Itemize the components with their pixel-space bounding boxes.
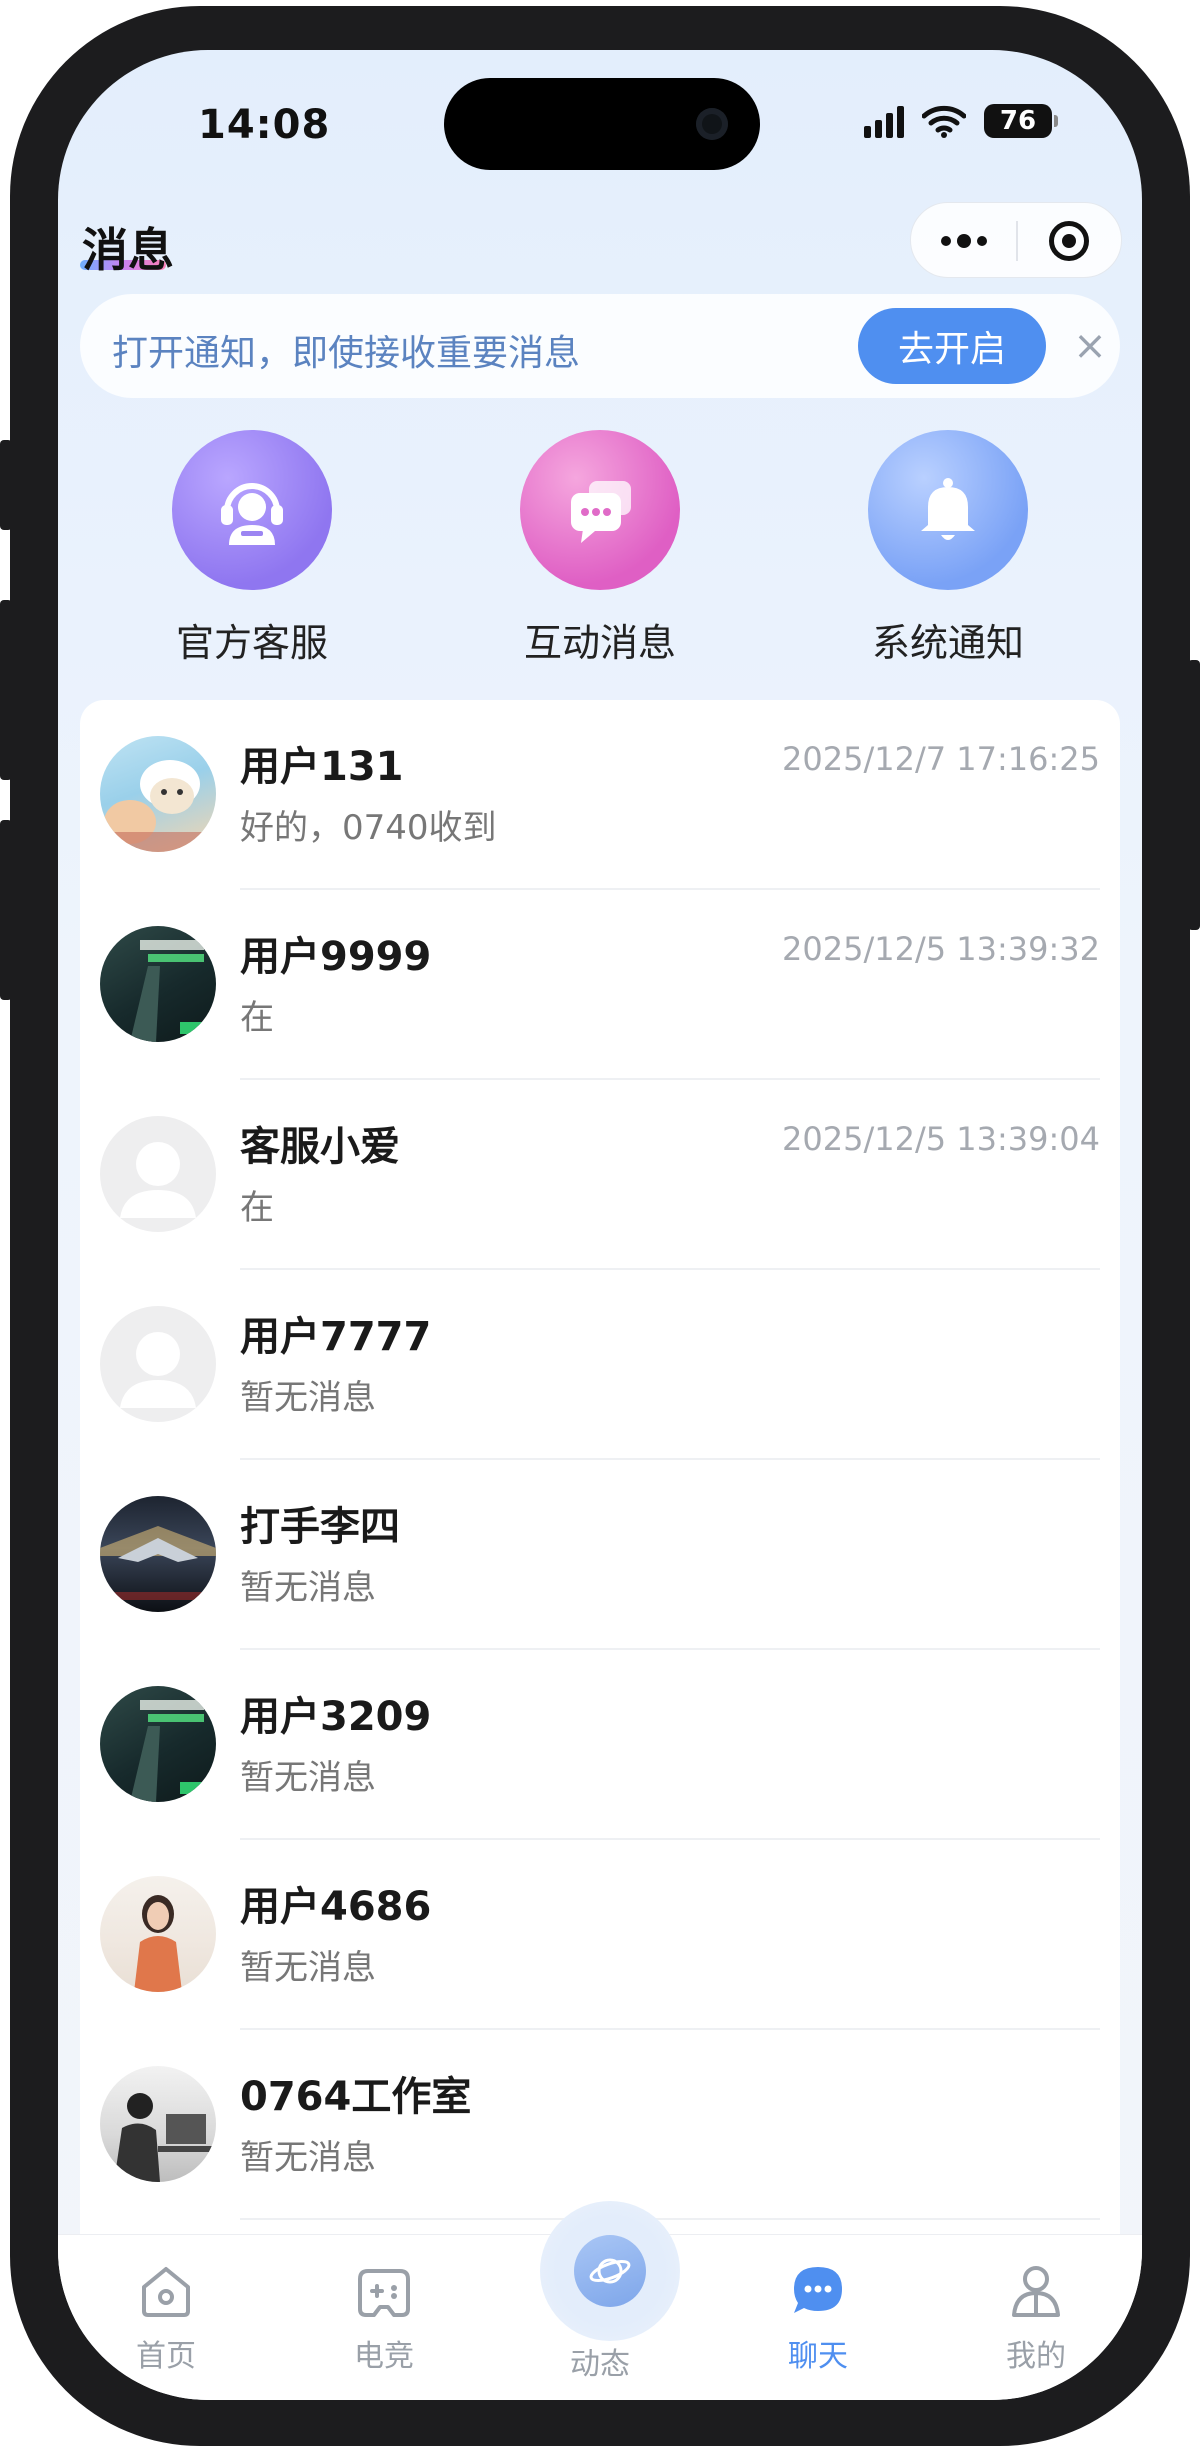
conversation-item[interactable]: 0764工作室 暂无消息 [80,2030,1120,2220]
tab-label: 我的 [1006,2339,1066,2374]
conversation-time: 2025/12/7 17:16:25 [782,740,1100,778]
avatar [100,1686,216,1802]
avatar [100,736,216,852]
conversation-name: 客服小爱 [240,1124,400,1170]
tab-mine[interactable]: 我的 [976,2261,1096,2375]
row-divider [240,2218,1100,2220]
conversation-name: 打手李四 [240,1504,400,1550]
conversation-item[interactable]: 用户9999 2025/12/5 13:39:32 在 [80,890,1120,1080]
side-button [0,600,12,780]
conversation-preview: 暂无消息 [240,1378,376,1418]
avatar [100,1496,216,1612]
conversation-name: 用户9999 [240,934,432,980]
status-time: 14:08 [198,102,331,148]
tab-moments[interactable]: 动态 [540,2201,680,2383]
moments-button [540,2201,680,2341]
status-bar: 14:08 76 [58,50,1142,190]
notification-prompt-text: 打开通知，即使接收重要消息 [112,333,581,374]
phone-screen: 14:08 76 消息 打开通知，即使接收重要消息 去开启 × 官方客服 互动消… [58,50,1142,2400]
conversation-name: 用户4686 [240,1884,432,1930]
tab-label: 首页 [136,2339,196,2374]
conversation-time: 2025/12/5 13:39:32 [782,930,1100,968]
mini-program-capsule [910,202,1122,278]
battery-indicator: 76 [984,104,1058,138]
interaction-messages-entry[interactable]: 互动消息 [500,430,700,667]
notification-prompt: 打开通知，即使接收重要消息 去开启 × [80,294,1120,398]
tab-label: 动态 [570,2347,630,2382]
official-service-entry[interactable]: 官方客服 [152,430,352,667]
camera-icon [696,108,728,140]
interaction-messages-label: 互动消息 [523,621,676,665]
system-notification-entry[interactable]: 系统通知 [848,430,1048,667]
conversation-preview: 暂无消息 [240,1758,376,1798]
conversation-preview: 暂无消息 [240,1568,376,1608]
cellular-signal-icon [864,104,904,138]
conversation-name: 0764工作室 [240,2074,472,2120]
dynamic-island [444,78,760,170]
avatar [100,2066,216,2182]
close-miniprogram-icon[interactable] [1049,221,1089,261]
conversation-preview: 在 [240,1188,274,1228]
tab-label: 聊天 [788,2339,848,2374]
bell-icon [868,430,1028,590]
planet-icon [574,2235,646,2307]
side-button [0,820,12,1000]
enable-notification-button[interactable]: 去开启 [858,308,1046,384]
close-icon[interactable]: × [1070,326,1110,366]
tab-esports[interactable]: 电竞 [324,2261,444,2375]
chat-bubbles-icon [520,430,680,590]
tab-label: 电竞 [354,2339,414,2374]
person-icon [1012,2266,1060,2317]
side-button [1188,660,1200,930]
default-avatar-icon [100,1306,216,1422]
conversation-item[interactable]: 用户3209 暂无消息 [80,1650,1120,1840]
page-title: 消息 [82,223,174,277]
tab-home[interactable]: 首页 [106,2261,226,2375]
tab-chat[interactable]: 聊天 [758,2261,878,2375]
bottom-tab-bar: 首页 电竞 动态 聊天 我的 [58,2201,1142,2400]
official-service-label: 官方客服 [175,621,328,665]
conversation-list: 用户131 2025/12/7 17:16:25 好的，0740收到 用户999… [80,700,1120,2260]
chat-icon [794,2267,842,2313]
conversation-preview: 好的，0740收到 [240,808,497,848]
headset-agent-icon [172,430,332,590]
conversation-item[interactable]: 客服小爱 2025/12/5 13:39:04 在 [80,1080,1120,1270]
conversation-preview: 暂无消息 [240,2138,376,2178]
conversation-item[interactable]: 用户4686 暂无消息 [80,1840,1120,2030]
wifi-icon [922,105,966,138]
system-notification-label: 系统通知 [871,621,1024,665]
conversation-name: 用户3209 [240,1694,432,1740]
battery-level: 76 [999,106,1037,136]
default-avatar-icon [100,1116,216,1232]
conversation-name: 用户7777 [240,1314,432,1360]
side-button [0,440,12,530]
home-icon [142,2267,190,2317]
conversation-item[interactable]: 打手李四 暂无消息 [80,1460,1120,1650]
status-icons: 76 [864,104,1058,138]
capsule-divider [1016,221,1018,261]
conversation-preview: 暂无消息 [240,1948,376,1988]
conversation-preview: 在 [240,998,274,1038]
conversation-item[interactable]: 用户131 2025/12/7 17:16:25 好的，0740收到 [80,700,1120,890]
conversation-name: 用户131 [240,744,404,790]
conversation-item[interactable]: 用户7777 暂无消息 [80,1270,1120,1460]
avatar [100,1876,216,1992]
conversation-time: 2025/12/5 13:39:04 [782,1120,1100,1158]
gamepad-icon [358,2269,410,2317]
avatar [100,926,216,1042]
more-icon[interactable] [941,225,1021,257]
